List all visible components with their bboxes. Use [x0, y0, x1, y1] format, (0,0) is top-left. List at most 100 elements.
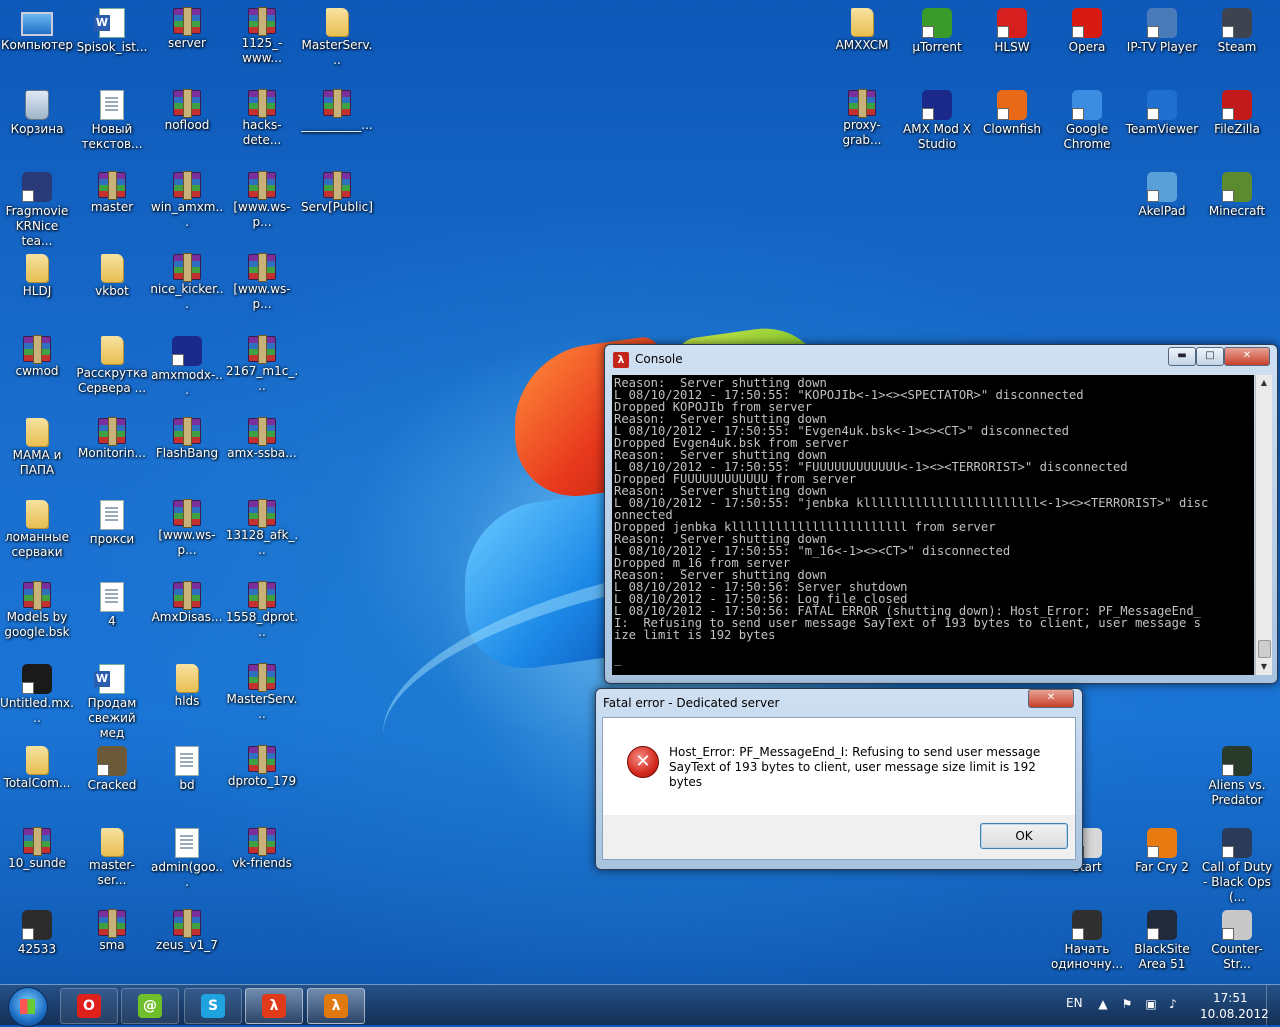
- desktop-icon[interactable]: IP-TV Player: [1125, 4, 1199, 55]
- teamviewer-icon: [1147, 90, 1177, 120]
- taskbar: O @ Sλ λ EN ▲ ⚑ ▣ ♪ 17:51 10.08.2012: [0, 984, 1280, 1027]
- desktop-icon[interactable]: 1558_dprot...: [225, 578, 299, 640]
- network-icon[interactable]: ▣: [1144, 997, 1158, 1011]
- desktop-icon[interactable]: Начать одиночну...: [1050, 906, 1124, 972]
- language-indicator[interactable]: EN: [1066, 996, 1083, 1010]
- action-center-flag-icon[interactable]: ⚑: [1120, 997, 1134, 1011]
- desktop-icon[interactable]: Untitled.mx...: [0, 660, 74, 726]
- console-output[interactable]: Reason: Server shutting down L 08/10/201…: [612, 375, 1254, 675]
- desktop-icon[interactable]: Aliens vs. Predator: [1200, 742, 1274, 808]
- desktop-icon[interactable]: µTorrent: [900, 4, 974, 55]
- desktop-icon[interactable]: proxy-grab...: [825, 86, 899, 148]
- desktop-icon[interactable]: Call of Duty - Black Ops (...: [1200, 824, 1274, 905]
- maximize-button[interactable]: □: [1196, 347, 1224, 366]
- desktop-icon[interactable]: ломанные серваки: [0, 496, 74, 560]
- taskbar-app-button[interactable]: @: [121, 988, 179, 1024]
- desktop-icon[interactable]: vk-friends: [225, 824, 299, 871]
- desktop-icon[interactable]: zeus_v1_7: [150, 906, 224, 953]
- desktop-icon[interactable]: Продам свежий мед: [75, 660, 149, 741]
- desktop-icon[interactable]: noflood: [150, 86, 224, 133]
- ok-button[interactable]: OK: [980, 823, 1068, 849]
- console-scrollbar[interactable]: ▲ ▼: [1255, 375, 1272, 675]
- desktop-icon[interactable]: bd: [150, 742, 224, 793]
- desktop-icon[interactable]: Models by google.bsk: [0, 578, 74, 640]
- desktop-icon[interactable]: МАМА и ПАПА: [0, 414, 74, 478]
- desktop-icon[interactable]: HLDJ: [0, 250, 74, 299]
- desktop-icon[interactable]: MasterServ...: [225, 660, 299, 722]
- desktop-icon[interactable]: HLSW: [975, 4, 1049, 55]
- desktop-icon[interactable]: hacks-dete...: [225, 86, 299, 148]
- start-button[interactable]: [8, 987, 48, 1027]
- taskbar-app-button[interactable]: λ: [307, 988, 365, 1024]
- desktop-icon[interactable]: 2167_m1c_...: [225, 332, 299, 394]
- desktop-icon[interactable]: AmxDisas...: [150, 578, 224, 625]
- desktop-icon[interactable]: Компьютер: [0, 4, 74, 53]
- desktop-icon[interactable]: Steam: [1200, 4, 1274, 55]
- desktop-icon[interactable]: [www.ws-p...: [225, 250, 299, 312]
- desktop-icon[interactable]: прокси: [75, 496, 149, 547]
- clock-date[interactable]: 10.08.2012: [1200, 1007, 1269, 1021]
- desktop-icon[interactable]: AMXXCM: [825, 4, 899, 53]
- desktop-icon[interactable]: __________...: [300, 86, 374, 133]
- fatal-error-dialog[interactable]: Fatal error - Dedicated server ✕ ✕ Host_…: [595, 688, 1083, 870]
- desktop-icon[interactable]: BlackSite Area 51: [1125, 906, 1199, 972]
- desktop-icon[interactable]: FlashBang: [150, 414, 224, 461]
- console-titlebar[interactable]: λ Console ▬ □ ✕: [605, 345, 1277, 373]
- desktop-icon[interactable]: Opera: [1050, 4, 1124, 55]
- desktop-icon[interactable]: win_amxm...: [150, 168, 224, 230]
- show-desktop-button[interactable]: [1266, 985, 1280, 1025]
- desktop-icon[interactable]: hlds: [150, 660, 224, 709]
- desktop-icon-label: Google Chrome: [1063, 122, 1111, 151]
- scroll-down-icon[interactable]: ▼: [1256, 659, 1272, 675]
- desktop-icon[interactable]: Spisok_ist...: [75, 4, 149, 55]
- desktop-icon[interactable]: 42533: [0, 906, 74, 957]
- minimize-button[interactable]: ▬: [1168, 347, 1196, 366]
- desktop-icon[interactable]: Counter-Str...: [1200, 906, 1274, 972]
- volume-icon[interactable]: ♪: [1166, 997, 1180, 1011]
- desktop-icon[interactable]: Far Cry 2: [1125, 824, 1199, 875]
- desktop-icon[interactable]: server: [150, 4, 224, 51]
- taskbar-app-button[interactable]: O: [60, 988, 118, 1024]
- close-button[interactable]: ✕: [1224, 347, 1270, 366]
- desktop-icon[interactable]: MasterServ...: [300, 4, 374, 68]
- desktop-icon[interactable]: TeamViewer: [1125, 86, 1199, 137]
- desktop-icon[interactable]: cwmod: [0, 332, 74, 379]
- clock-time[interactable]: 17:51: [1213, 991, 1248, 1005]
- desktop-icon[interactable]: [www.ws-p...: [150, 496, 224, 558]
- desktop-icon[interactable]: Расскрутка Сервера ...: [75, 332, 149, 396]
- desktop-icon[interactable]: amxmodx-...: [150, 332, 224, 398]
- desktop-icon[interactable]: vkbot: [75, 250, 149, 299]
- desktop-icon[interactable]: Новый текстов...: [75, 86, 149, 152]
- desktop-icon[interactable]: Корзина: [0, 86, 74, 137]
- desktop-icon[interactable]: 13128_afk_...: [225, 496, 299, 558]
- dialog-close-button[interactable]: ✕: [1028, 689, 1074, 708]
- desktop-icon[interactable]: Clownfish: [975, 86, 1049, 137]
- taskbar-app-button[interactable]: λ: [245, 988, 303, 1024]
- desktop-icon[interactable]: 1125_-www...: [225, 4, 299, 66]
- scroll-thumb[interactable]: [1258, 640, 1271, 658]
- taskbar-app-button[interactable]: S: [184, 988, 242, 1024]
- console-window[interactable]: λ Console ▬ □ ✕ Reason: Server shutting …: [604, 344, 1278, 684]
- desktop-icon[interactable]: Minecraft: [1200, 168, 1274, 219]
- desktop-icon[interactable]: 10_sunde: [0, 824, 74, 871]
- desktop-icon[interactable]: [www.ws-p...: [225, 168, 299, 230]
- desktop-icon[interactable]: Monitorin...: [75, 414, 149, 461]
- desktop-icon[interactable]: Cracked: [75, 742, 149, 793]
- desktop-icon[interactable]: TotalCom...: [0, 742, 74, 791]
- desktop-icon[interactable]: sma: [75, 906, 149, 953]
- scroll-up-icon[interactable]: ▲: [1256, 375, 1272, 391]
- desktop-icon[interactable]: AMX Mod X Studio: [900, 86, 974, 152]
- desktop-icon[interactable]: FileZilla: [1200, 86, 1274, 137]
- desktop-icon[interactable]: amx-ssba...: [225, 414, 299, 461]
- desktop-icon[interactable]: 4: [75, 578, 149, 629]
- desktop-icon[interactable]: master-ser...: [75, 824, 149, 888]
- desktop-icon[interactable]: Google Chrome: [1050, 86, 1124, 152]
- show-hidden-icons-icon[interactable]: ▲: [1096, 997, 1110, 1011]
- desktop-icon[interactable]: dproto_179: [225, 742, 299, 789]
- desktop-icon[interactable]: master: [75, 168, 149, 215]
- desktop-icon[interactable]: admin(goo...: [150, 824, 224, 890]
- desktop-icon[interactable]: Serv[Public]: [300, 168, 374, 215]
- desktop-icon[interactable]: nice_kicker...: [150, 250, 224, 312]
- desktop-icon[interactable]: AkelPad: [1125, 168, 1199, 219]
- desktop-icon[interactable]: Fragmovie KRNice tea...: [0, 168, 74, 249]
